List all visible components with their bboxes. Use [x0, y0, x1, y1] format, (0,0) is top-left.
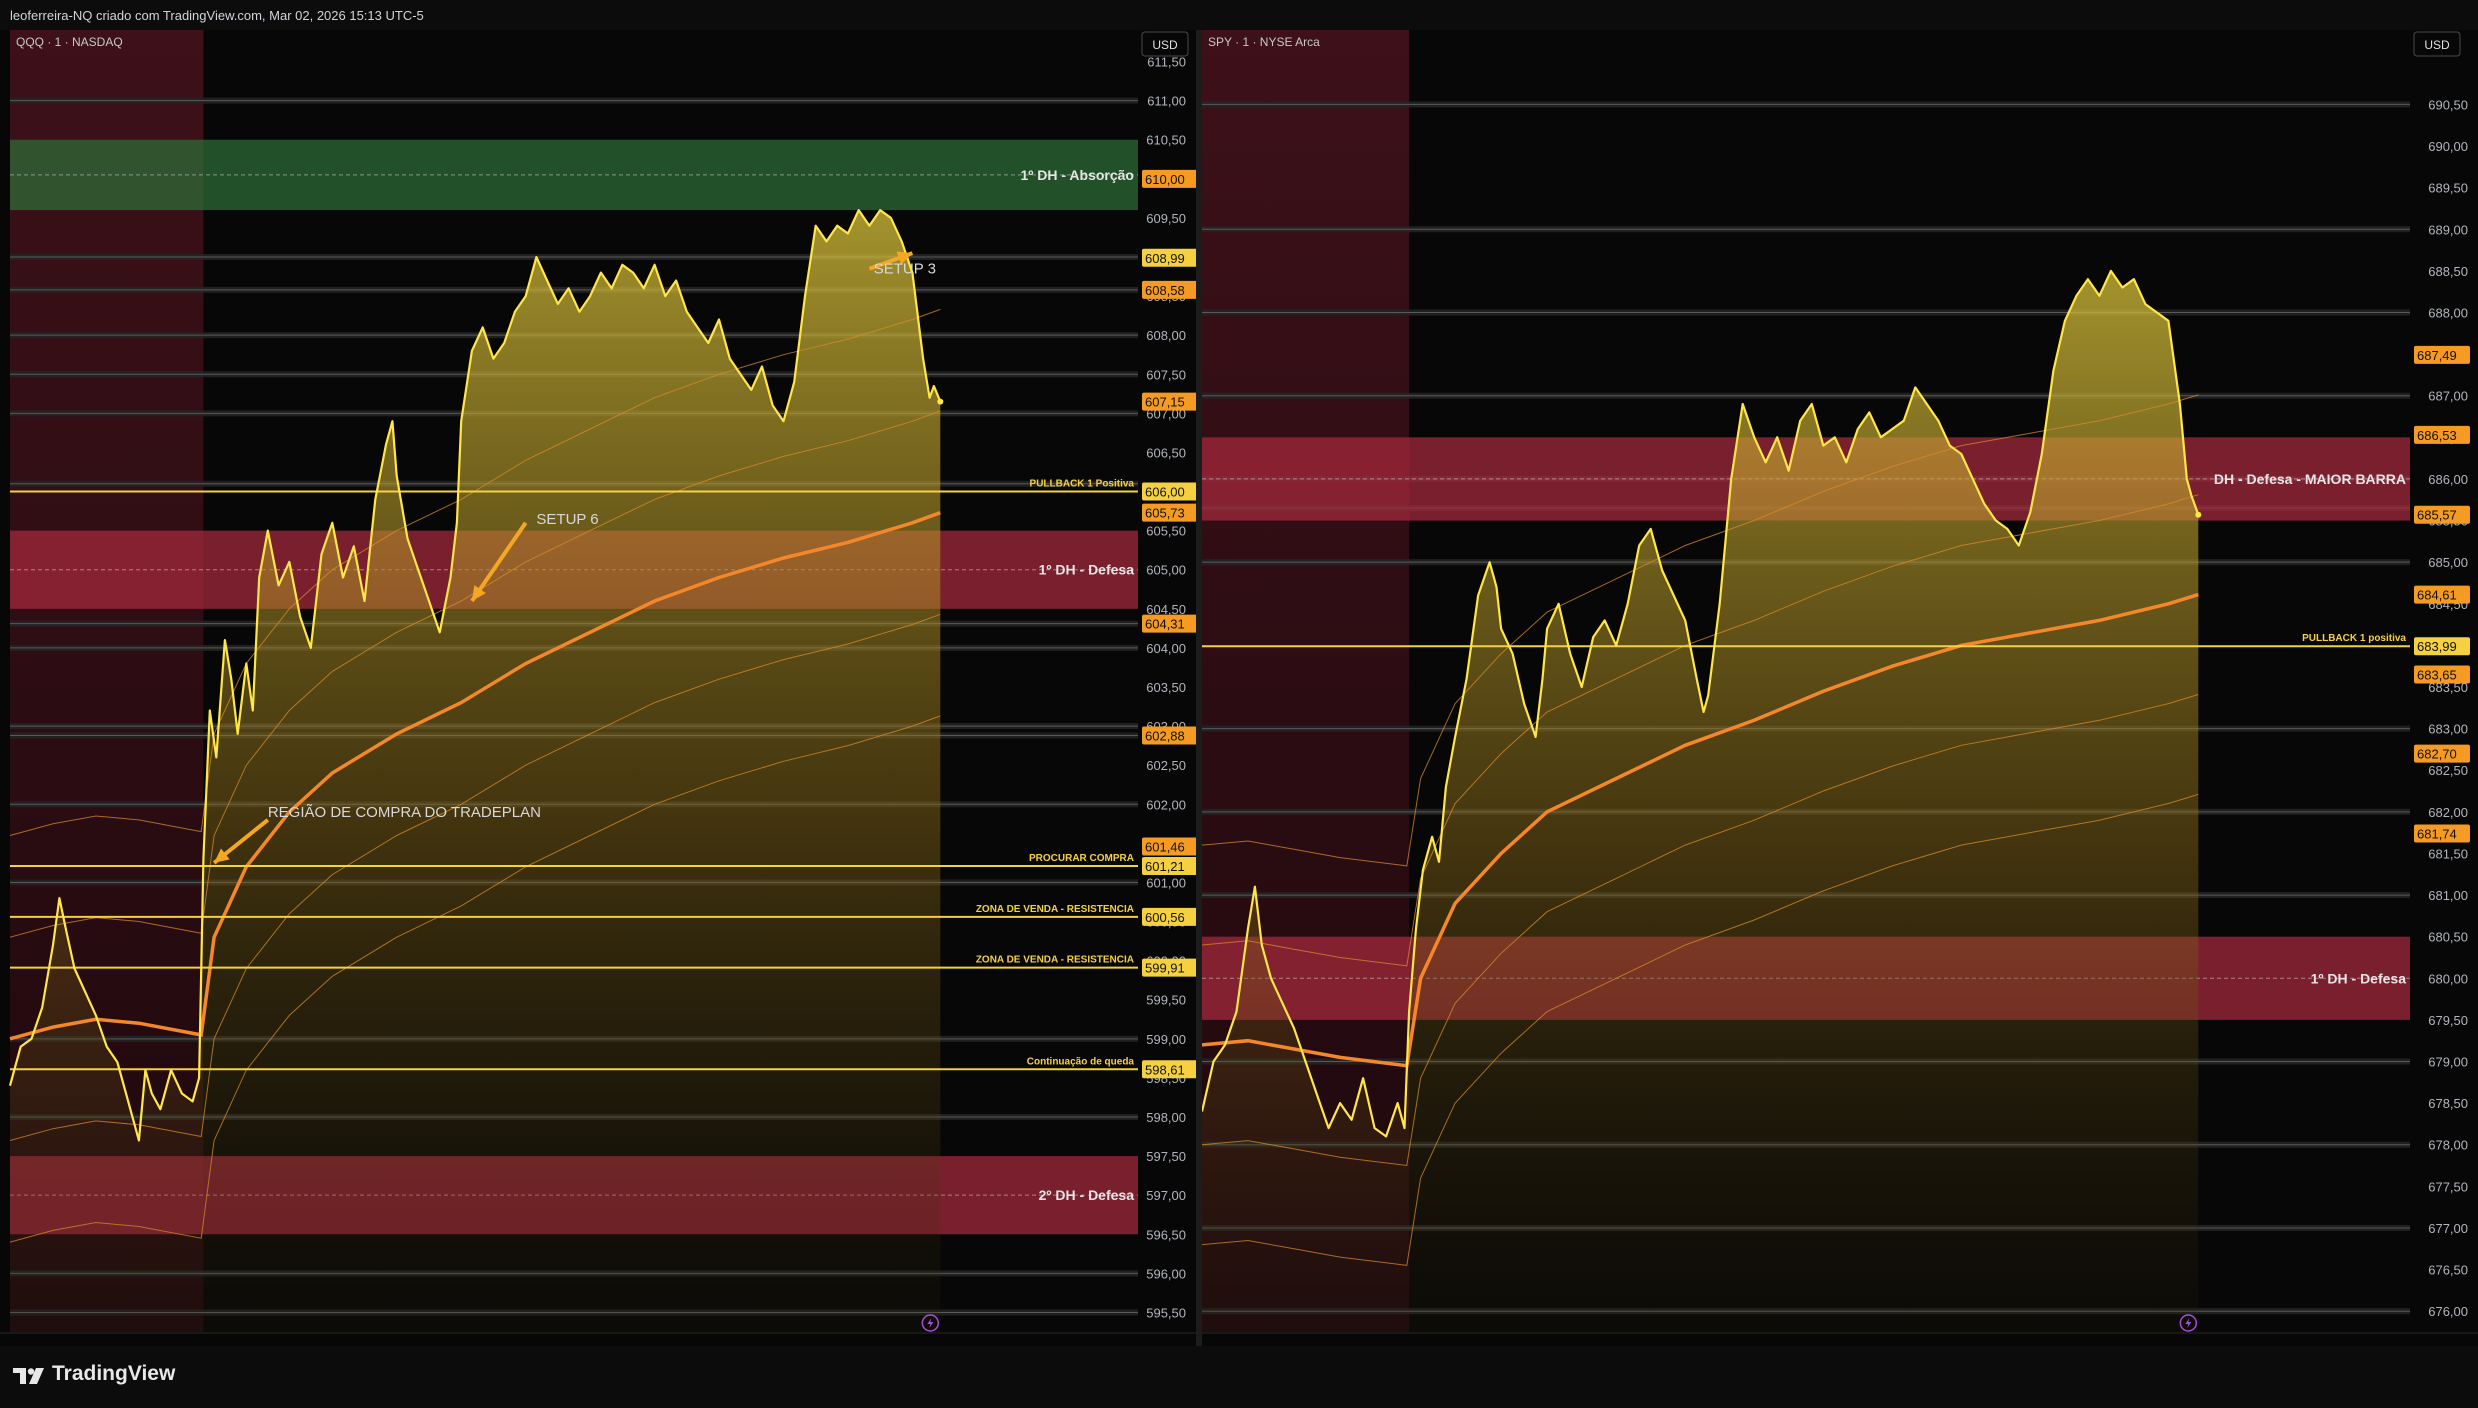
y-tick-label: 597,00: [1146, 1188, 1186, 1203]
price-label-text: 682,70: [2417, 747, 2457, 762]
price-label-text: 602,88: [1145, 728, 1185, 743]
y-tick-label: 679,00: [2428, 1055, 2468, 1070]
y-tick-label: 595,50: [1146, 1305, 1186, 1320]
last-price-dot: [2195, 511, 2202, 518]
y-tick-label: 602,50: [1146, 758, 1186, 773]
y-tick-label: 680,00: [2428, 971, 2468, 986]
y-tick-label: 599,00: [1146, 1032, 1186, 1047]
zone-label: 1º DH - Defesa: [1039, 562, 1135, 578]
y-tick-label: 597,50: [1146, 1149, 1186, 1164]
y-tick-label: 601,00: [1146, 875, 1186, 890]
y-tick-label: 596,00: [1146, 1266, 1186, 1281]
level-label: ZONA DE VENDA - RESISTENCIA: [976, 904, 1134, 915]
y-tick-label: 611,00: [1147, 94, 1186, 109]
y-tick-label: 683,00: [2428, 722, 2468, 737]
level-label: PULLBACK 1 positiva: [2302, 633, 2406, 644]
y-tick-label: 690,50: [2428, 97, 2468, 112]
zone-label: 1º DH - Defesa: [2311, 970, 2407, 986]
price-label-text: 683,65: [2417, 668, 2457, 683]
zone-label: 1º DH - Absorção: [1020, 167, 1134, 183]
y-tick-label: 689,00: [2428, 222, 2468, 237]
zone-label: DH - Defesa - MAIOR BARRA: [2214, 471, 2406, 487]
symbol-label: SPY · 1 · NYSE Arca: [1208, 35, 1320, 49]
chart-annotation: SETUP 6: [536, 511, 598, 528]
y-tick-label: 604,50: [1146, 602, 1186, 617]
currency-label: USD: [2424, 38, 2450, 52]
chart-annotation: REGIÃO DE COMPRA DO TRADEPLAN: [268, 804, 541, 821]
y-tick-label: 678,50: [2428, 1096, 2468, 1111]
price-label-text: 599,91: [1145, 961, 1185, 976]
qqq-chart[interactable]: 1º DH - Absorção 1º DH - Defesa 2º DH - De…: [0, 30, 1196, 1346]
price-label-text: 608,58: [1145, 283, 1185, 298]
price-label-text: 686,53: [2417, 428, 2457, 443]
y-tick-label: 602,00: [1146, 797, 1186, 812]
y-tick-label: 611,50: [1147, 55, 1186, 70]
chart-annotation: SETUP 3: [874, 261, 936, 278]
level-label: Continuação de queda: [1027, 1056, 1135, 1067]
y-tick-label: 688,50: [2428, 264, 2468, 279]
y-tick-label: 682,50: [2428, 763, 2468, 778]
price-label-text: 601,21: [1145, 859, 1185, 874]
price-label-text: 604,31: [1145, 617, 1185, 632]
y-tick-label: 676,50: [2428, 1263, 2468, 1278]
price-label-text: 687,49: [2417, 348, 2457, 363]
y-tick-label: 596,50: [1146, 1227, 1186, 1242]
level-label: PULLBACK 1 Positiva: [1030, 479, 1135, 490]
price-label-text: 684,61: [2417, 588, 2457, 603]
y-tick-label: 677,50: [2428, 1179, 2468, 1194]
y-tick-label: 689,50: [2428, 181, 2468, 196]
price-label-text: 610,00: [1145, 172, 1185, 187]
y-tick-label: 690,00: [2428, 139, 2468, 154]
y-tick-label: 686,00: [2428, 472, 2468, 487]
last-price-dot: [937, 398, 944, 405]
y-tick-label: 678,00: [2428, 1138, 2468, 1153]
tradingview-logo-icon: [13, 1368, 44, 1384]
y-tick-label: 688,00: [2428, 305, 2468, 320]
price-label-text: 601,46: [1145, 839, 1185, 854]
level-label: PROCURAR COMPRA: [1029, 853, 1134, 864]
x-axis-area: [1202, 1333, 2478, 1346]
price-label-text: 606,00: [1145, 485, 1185, 500]
chart-header: leoferreira-NQ criado com TradingView.co…: [0, 0, 2478, 30]
y-tick-label: 685,00: [2428, 555, 2468, 570]
x-axis-area: [0, 1333, 1196, 1346]
y-tick-label: 680,50: [2428, 930, 2468, 945]
currency-label: USD: [1152, 38, 1178, 52]
y-tick-label: 682,00: [2428, 805, 2468, 820]
footer-bar: TradingView: [0, 1346, 2478, 1408]
y-tick-label: 607,50: [1146, 367, 1186, 382]
y-tick-label: 604,00: [1146, 641, 1186, 656]
price-label-text: 685,57: [2417, 508, 2457, 523]
y-tick-label: 610,50: [1146, 133, 1186, 148]
price-label-text: 683,99: [2417, 639, 2457, 654]
brand-name: TradingView: [52, 1362, 176, 1385]
price-label-text: 681,74: [2417, 826, 2457, 841]
price-label-text: 605,73: [1145, 506, 1185, 521]
y-tick-label: 606,50: [1146, 445, 1186, 460]
y-tick-label: 687,00: [2428, 389, 2468, 404]
zone-label: 2º DH - Defesa: [1039, 1187, 1135, 1203]
price-label-text: 600,56: [1145, 910, 1185, 925]
y-tick-label: 677,00: [2428, 1221, 2468, 1236]
y-tick-label: 681,50: [2428, 846, 2468, 861]
y-tick-label: 609,50: [1146, 211, 1186, 226]
y-tick-label: 676,00: [2428, 1304, 2468, 1319]
y-tick-label: 681,00: [2428, 888, 2468, 903]
y-tick-label: 598,00: [1146, 1110, 1186, 1125]
level-label: ZONA DE VENDA - RESISTENCIA: [976, 955, 1134, 966]
price-label-text: 598,61: [1145, 1062, 1185, 1077]
y-tick-label: 605,00: [1146, 563, 1186, 578]
y-tick-label: 603,50: [1146, 680, 1186, 695]
header-caption: leoferreira-NQ criado com TradingView.co…: [10, 8, 424, 23]
spy-chart[interactable]: DH - Defesa - MAIOR BARRA 1º DH - Defesa P…: [1202, 30, 2478, 1346]
y-tick-label: 605,50: [1146, 524, 1186, 539]
y-tick-label: 679,50: [2428, 1013, 2468, 1028]
y-tick-label: 599,50: [1146, 993, 1186, 1008]
symbol-label: QQQ · 1 · NASDAQ: [16, 35, 123, 49]
y-tick-label: 608,00: [1146, 328, 1186, 343]
price-label-text: 608,99: [1145, 251, 1185, 266]
price-label-text: 607,15: [1145, 395, 1185, 410]
